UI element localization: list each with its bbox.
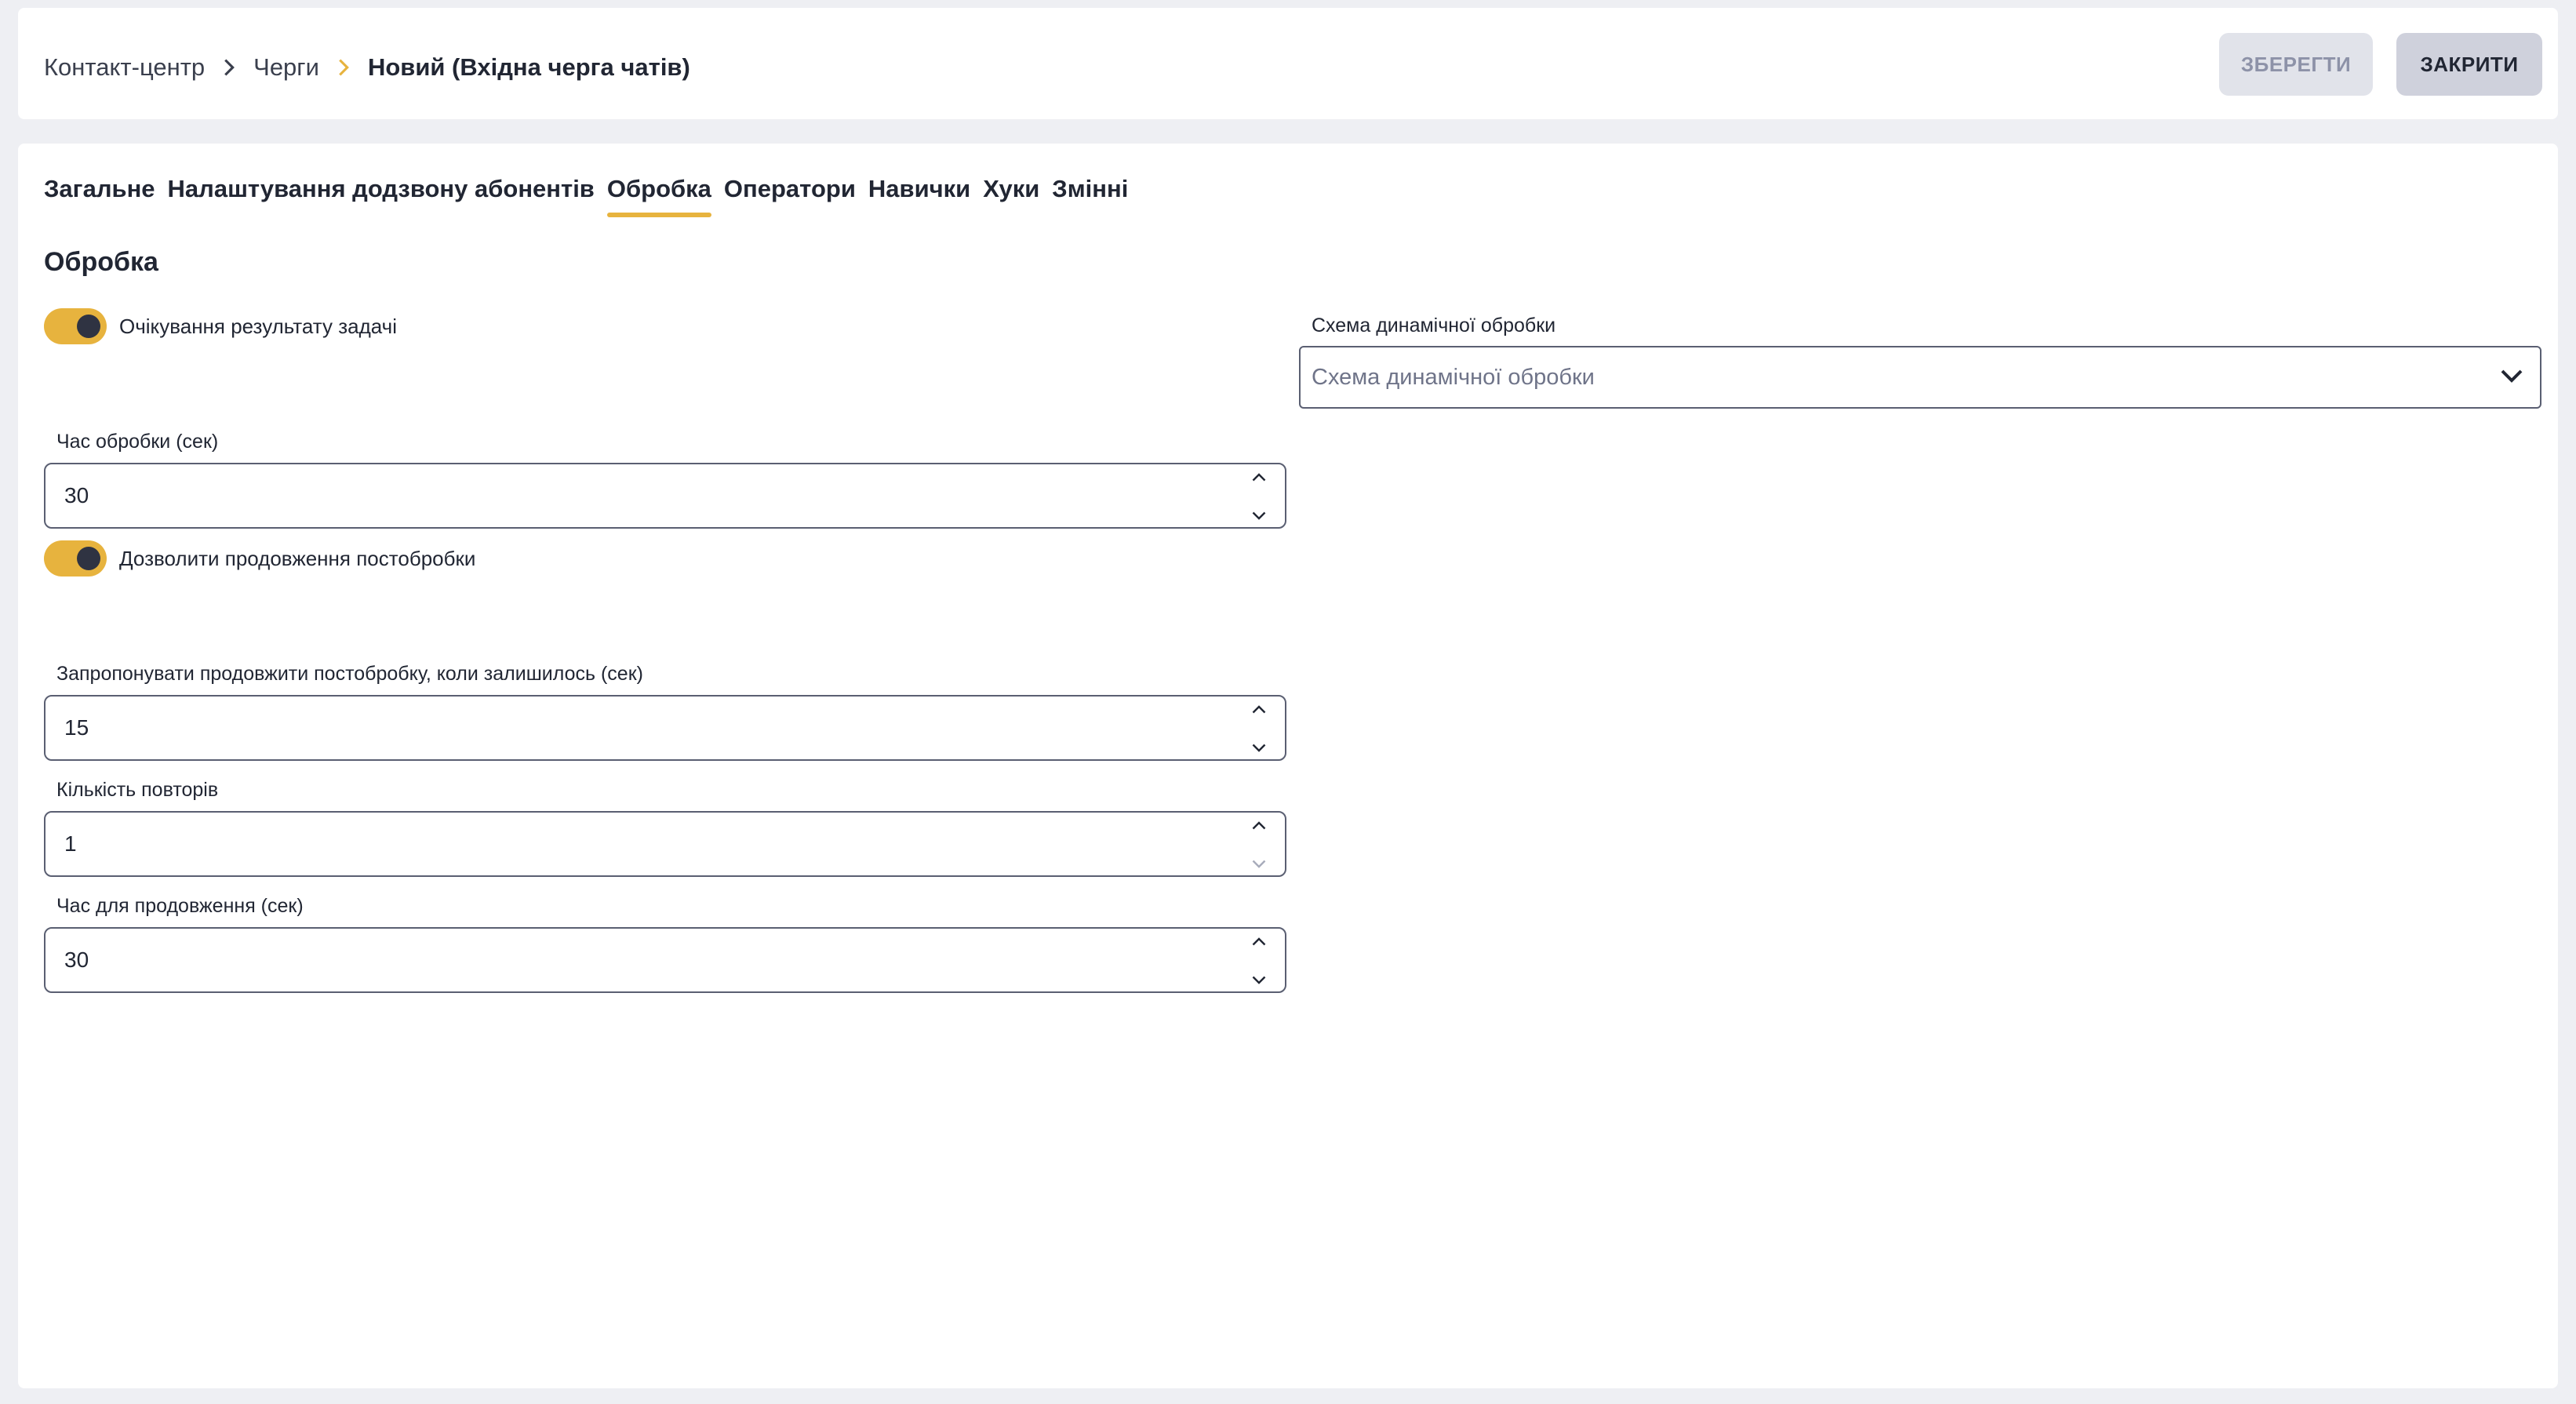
- number-stepper[interactable]: [1249, 937, 1269, 985]
- chevron-up-icon[interactable]: [1252, 704, 1266, 714]
- tab-hooks[interactable]: Хуки: [983, 175, 1039, 217]
- repeat-count-value: 1: [64, 831, 77, 856]
- chevron-down-icon[interactable]: [1252, 511, 1266, 521]
- tab-processing[interactable]: Обробка: [606, 175, 711, 217]
- chevron-down-icon[interactable]: [1252, 860, 1266, 869]
- repeat-count-label: Кількість повторів: [56, 779, 219, 801]
- main-panel: Загальне Налаштування додзвону абонентів…: [18, 144, 2558, 1388]
- tab-operators[interactable]: Оператори: [724, 175, 856, 217]
- await-result-toggle-row: Очікування результату задачі: [44, 308, 397, 344]
- offer-extension-label: Запропонувати продовжити постобробку, ко…: [56, 663, 643, 685]
- breadcrumb-item-queues[interactable]: Черги: [253, 53, 319, 82]
- tab-general[interactable]: Загальне: [44, 175, 155, 217]
- tab-bar: Загальне Налаштування додзвону абонентів…: [44, 175, 1141, 217]
- chevron-up-icon[interactable]: [1252, 937, 1266, 946]
- breadcrumb: Контакт-центр Черги Новий (Вхідна черга …: [44, 53, 690, 82]
- tab-dial-settings[interactable]: Налаштування додзвону абонентів: [168, 175, 595, 217]
- chevron-down-icon: [2501, 369, 2523, 383]
- chevron-down-icon[interactable]: [1252, 976, 1266, 985]
- chevron-right-icon: [205, 56, 253, 79]
- extension-time-value: 30: [64, 948, 89, 972]
- save-button[interactable]: ЗБЕРЕГТИ: [2219, 33, 2373, 96]
- section-title: Обробка: [44, 247, 158, 277]
- processing-time-value: 30: [64, 483, 89, 507]
- toggle-knob: [77, 547, 100, 570]
- tab-variables[interactable]: Змінні: [1052, 175, 1128, 217]
- chevron-right-icon: [319, 56, 368, 79]
- header-bar: Контакт-центр Черги Новий (Вхідна черга …: [18, 8, 2558, 119]
- dynamic-scheme-select[interactable]: Схема динамічної обробки: [1299, 346, 2541, 409]
- number-stepper[interactable]: [1249, 704, 1269, 753]
- await-result-label: Очікування результату задачі: [119, 314, 397, 338]
- processing-time-input[interactable]: 30: [44, 463, 1286, 529]
- dynamic-scheme-placeholder: Схема динамічної обробки: [1312, 364, 1595, 390]
- chevron-up-icon[interactable]: [1252, 820, 1266, 830]
- offer-extension-input[interactable]: 15: [44, 695, 1286, 761]
- number-stepper[interactable]: [1249, 820, 1269, 869]
- chevron-up-icon[interactable]: [1252, 472, 1266, 482]
- toggle-knob: [77, 315, 100, 338]
- extension-time-label: Час для продовження (сек): [56, 895, 304, 917]
- offer-extension-value: 15: [64, 715, 89, 740]
- close-button[interactable]: ЗАКРИТИ: [2396, 33, 2542, 96]
- chevron-down-icon[interactable]: [1252, 744, 1266, 753]
- breadcrumb-item-contact-center[interactable]: Контакт-центр: [44, 53, 205, 82]
- breadcrumb-current: Новий (Вхідна черга чатів): [367, 53, 690, 81]
- number-stepper[interactable]: [1249, 472, 1269, 521]
- tab-skills[interactable]: Навички: [868, 175, 970, 217]
- allow-extension-toggle[interactable]: [44, 540, 107, 577]
- repeat-count-input[interactable]: 1: [44, 811, 1286, 877]
- processing-time-label: Час обробки (сек): [56, 431, 219, 453]
- await-result-toggle[interactable]: [44, 308, 107, 344]
- extension-time-input[interactable]: 30: [44, 927, 1286, 993]
- allow-extension-label: Дозволити продовження постобробки: [119, 546, 476, 570]
- dynamic-scheme-label: Схема динамічної обробки: [1312, 315, 1556, 336]
- allow-extension-toggle-row: Дозволити продовження постобробки: [44, 540, 475, 577]
